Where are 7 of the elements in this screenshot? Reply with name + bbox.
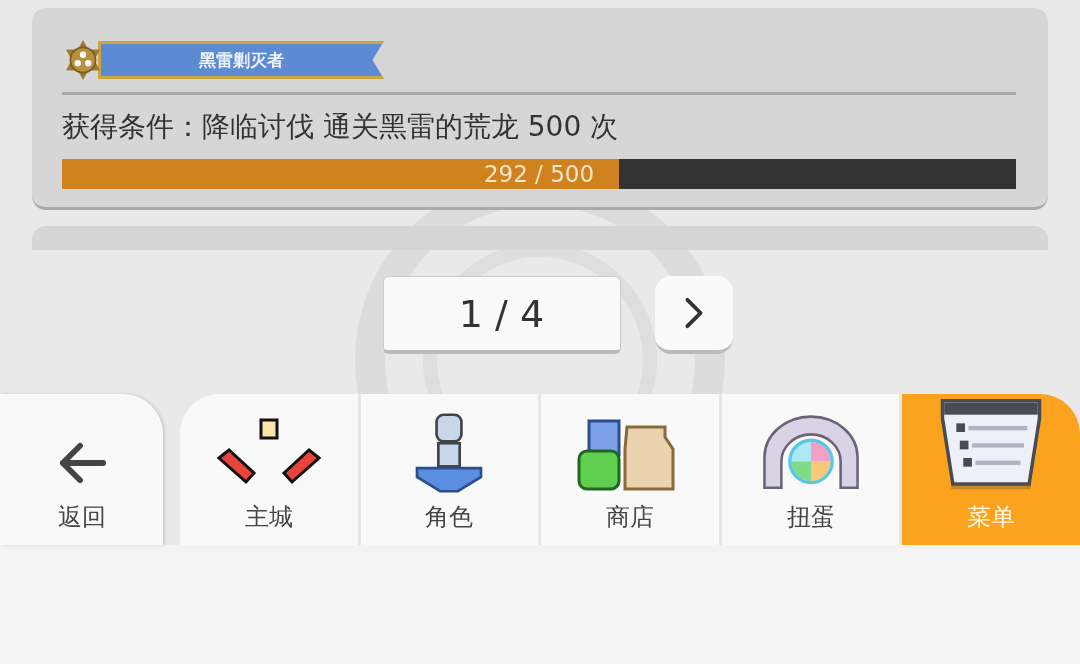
progress-reading: 292 / 500 xyxy=(482,160,596,189)
back-button[interactable]: 返回 xyxy=(0,394,163,545)
achievement-condition: 获得条件：降临讨伐 通关黑雷的荒龙 500 次 xyxy=(62,109,620,145)
page-indicator: 1 / 4 xyxy=(382,276,621,354)
next-page-button[interactable] xyxy=(654,276,733,354)
achievement-title: 黑雷剿灭者 xyxy=(198,48,284,72)
chevron-right-icon xyxy=(682,296,705,330)
